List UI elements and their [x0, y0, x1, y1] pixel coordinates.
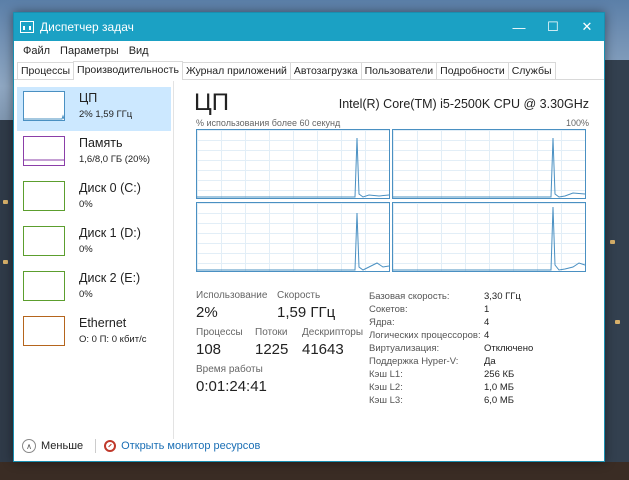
resource-item-ethernet[interactable]: Ethernet О: 0 П: 0 кбит/с: [17, 312, 171, 356]
task-manager-icon: [20, 21, 34, 33]
open-resource-monitor-link[interactable]: Открыть монитор ресурсов: [121, 440, 260, 452]
resource-name: Диск 1 (D:): [79, 226, 141, 240]
spec-value: Да: [484, 356, 496, 367]
resource-name: Диск 2 (E:): [79, 271, 141, 285]
tab-processes[interactable]: Процессы: [17, 62, 75, 79]
spec-label: Виртуализация:: [369, 343, 440, 354]
spec-label: Базовая скорость:: [369, 291, 450, 302]
performance-panel: ЦП 2% 1,59 ГГц Память 1,6/8,0 ГБ (20%) Д…: [14, 81, 604, 439]
spec-label: Кэш L3:: [369, 395, 403, 406]
memory-thumbnail-graph: [23, 136, 65, 166]
resource-item-memory[interactable]: Память 1,6/8,0 ГБ (20%): [17, 132, 171, 176]
cpu-core-graph-0: [196, 129, 390, 199]
ethernet-thumbnail-graph: [23, 316, 65, 346]
tab-startup[interactable]: Автозагрузка: [289, 62, 362, 79]
handles-label: Дескрипторы: [302, 327, 364, 338]
resource-name: Ethernet: [79, 316, 127, 330]
tab-app-history[interactable]: Журнал приложений: [181, 62, 291, 79]
resource-value: О: 0 П: 0 кбит/с: [79, 334, 147, 345]
spec-value: 1,0 МБ: [484, 382, 514, 393]
usage-value: 2%: [196, 304, 218, 321]
cpu-detail: ЦП Intel(R) Core(TM) i5-2500K CPU @ 3.30…: [194, 81, 594, 439]
cpu-core-graph-1: [392, 129, 586, 199]
spec-value: 4: [484, 317, 490, 328]
spec-label: Сокетов:: [369, 304, 408, 315]
threads-label: Потоки: [255, 327, 288, 338]
resource-monitor-icon[interactable]: [104, 440, 117, 452]
uptime-label: Время работы: [196, 364, 263, 375]
fewer-details-button[interactable]: Меньше: [41, 440, 83, 452]
graph-caption: % использования более 60 секунд: [196, 118, 341, 128]
resource-value: 2% 1,59 ГГц: [79, 109, 133, 120]
disk-0-thumbnail-graph: [23, 181, 65, 211]
resource-name: ЦП: [79, 91, 98, 105]
usage-label: Использование: [196, 290, 268, 301]
menu-file[interactable]: Файл: [18, 45, 55, 57]
tab-bar: Процессы Производительность Журнал прило…: [14, 61, 604, 80]
handles-value: 41643: [302, 341, 344, 358]
resource-item-disk-0[interactable]: Диск 0 (C:) 0%: [17, 177, 171, 221]
cpu-thumbnail-graph: [23, 91, 65, 121]
cpu-core-graph-3: [392, 202, 586, 272]
spec-label: Ядра:: [369, 317, 395, 328]
spec-value: 1: [484, 304, 490, 315]
resource-item-cpu[interactable]: ЦП 2% 1,59 ГГц: [17, 87, 171, 131]
spec-value: 6,0 МБ: [484, 395, 514, 406]
resource-value: 1,6/8,0 ГБ (20%): [79, 154, 151, 165]
footer-divider: [95, 439, 97, 453]
resource-value: 0%: [79, 244, 93, 255]
title-bar: Диспетчер задач — ☐ ✕: [14, 13, 604, 41]
threads-value: 1225: [255, 341, 289, 358]
cpu-model: Intel(R) Core(TM) i5-2500K CPU @ 3.30GHz: [338, 97, 589, 111]
tab-users[interactable]: Пользователи: [360, 62, 438, 79]
processes-label: Процессы: [196, 327, 243, 338]
menu-view[interactable]: Вид: [124, 45, 154, 57]
disk-1-thumbnail-graph: [23, 226, 65, 256]
resource-item-disk-2[interactable]: Диск 2 (E:) 0%: [17, 267, 171, 311]
disk-2-thumbnail-graph: [23, 271, 65, 301]
detail-title: ЦП: [194, 89, 230, 116]
spec-label: Логических процессоров:: [369, 330, 481, 341]
menu-options[interactable]: Параметры: [55, 45, 124, 57]
tab-services[interactable]: Службы: [507, 62, 556, 79]
spec-value: 3,30 ГГц: [484, 291, 521, 302]
uptime-value: 0:01:24:41: [196, 378, 267, 395]
graph-max-label: 100%: [565, 118, 589, 128]
resource-value: 0%: [79, 289, 93, 300]
task-manager-window: Диспетчер задач — ☐ ✕ Файл Параметры Вид…: [13, 12, 605, 462]
menu-bar: Файл Параметры Вид: [14, 41, 604, 61]
spec-value: Отключено: [484, 343, 534, 354]
resource-name: Диск 0 (C:): [79, 181, 141, 195]
resource-list: ЦП 2% 1,59 ГГц Память 1,6/8,0 ГБ (20%) Д…: [14, 81, 174, 439]
tab-details[interactable]: Подробности: [436, 62, 509, 79]
speed-label: Скорость: [277, 290, 321, 301]
maximize-button[interactable]: ☐: [536, 13, 570, 41]
resource-value: 0%: [79, 199, 93, 210]
tab-performance[interactable]: Производительность: [73, 61, 183, 80]
spec-label: Поддержка Hyper-V:: [369, 356, 459, 367]
spec-label: Кэш L1:: [369, 369, 403, 380]
spec-value: 4: [484, 330, 490, 341]
spec-label: Кэш L2:: [369, 382, 403, 393]
close-button[interactable]: ✕: [570, 13, 604, 41]
speed-value: 1,59 ГГц: [277, 304, 336, 321]
window-title: Диспетчер задач: [40, 20, 134, 34]
processes-value: 108: [196, 341, 222, 358]
cpu-core-graph-2: [196, 202, 390, 272]
resource-name: Память: [79, 136, 123, 150]
minimize-button[interactable]: —: [502, 13, 536, 41]
footer-bar: ∧ Меньше Открыть монитор ресурсов: [14, 431, 604, 461]
spec-value: 256 КБ: [484, 369, 515, 380]
resource-item-disk-1[interactable]: Диск 1 (D:) 0%: [17, 222, 171, 266]
chevron-up-icon[interactable]: ∧: [22, 439, 36, 453]
